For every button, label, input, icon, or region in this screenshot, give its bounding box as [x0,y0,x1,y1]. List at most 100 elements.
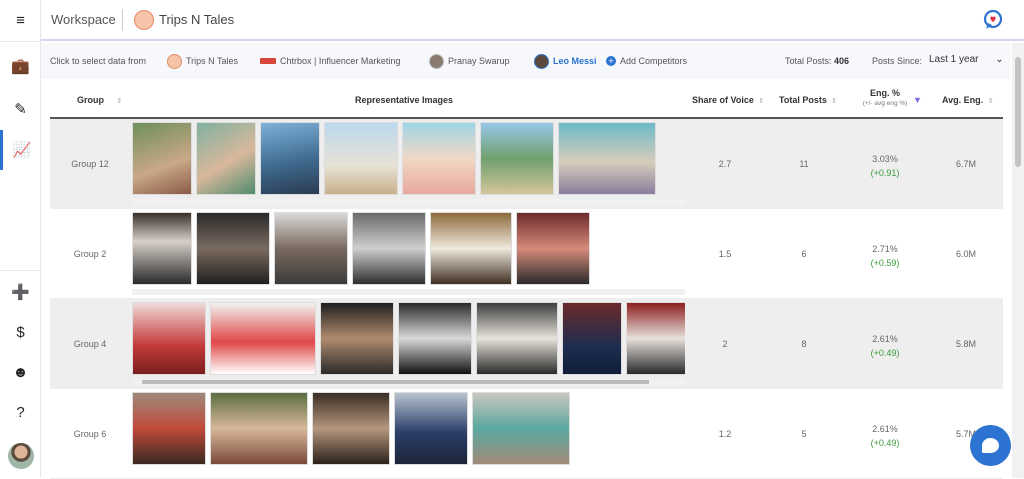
post-image[interactable] [626,302,685,375]
post-image[interactable] [558,122,656,195]
post-image[interactable] [274,212,348,285]
brand-name[interactable]: Trips N Tales [159,12,234,27]
eng-pct: 2.61% [872,334,898,344]
user-avatar[interactable] [8,443,34,469]
source-label: Chtrbox | Influencer Marketing [280,56,401,66]
eng-delta: (+0.49) [870,348,900,358]
trips-n-tales-logo-icon [167,53,182,69]
total-posts-cell: 5 [801,429,807,439]
post-image[interactable] [132,122,192,195]
add-competitors-label: Add Competitors [620,56,688,66]
post-image[interactable] [398,302,472,375]
eng-delta: (+0.91) [870,168,900,178]
post-image[interactable] [480,122,554,195]
post-image[interactable] [196,212,270,285]
header-eng-pct[interactable]: Eng. % (+/- avg eng %) [855,88,915,107]
header-avg-eng[interactable]: Avg. Eng. ⇕ [942,95,994,105]
total-posts-cell: 6 [801,249,807,259]
analytics-icon[interactable]: 📈 [0,130,41,170]
post-image[interactable] [132,212,192,285]
post-image[interactable] [312,392,390,465]
group-name: Group 2 [73,249,107,259]
dollar-icon[interactable]: $ [0,312,41,352]
chat-button[interactable] [970,425,1011,466]
add-icon[interactable]: ➕ [0,272,41,312]
group-name: Group 6 [73,429,107,439]
brand-logo-icon [134,10,154,30]
pencil-icon[interactable]: ✎ [0,89,41,129]
post-image[interactable] [516,212,590,285]
source-chip-leo-messi[interactable]: Leo Messi [534,53,597,69]
source-label: Leo Messi [553,56,597,66]
table-row[interactable]: Group 4 2 8 2.61% (+0.49) 5.8M [50,299,1003,389]
header-label: Avg. Eng. [942,95,984,105]
post-image[interactable] [324,122,398,195]
briefcase-icon[interactable]: 💼 [0,46,41,86]
post-image[interactable] [210,302,316,375]
posts-since-value: Last 1 year [929,54,979,65]
post-image[interactable] [472,392,570,465]
source-label: Pranay Swarup [448,56,510,66]
post-image[interactable] [320,302,394,375]
post-image[interactable] [352,212,426,285]
post-image[interactable] [132,302,206,375]
posts-since-dropdown[interactable]: Last 1 year ⌄ [929,54,1004,65]
top-bar: Workspace Trips N Tales [41,0,1024,41]
source-chip-trips-n-tales[interactable]: Trips N Tales [167,53,238,69]
app-logo-icon [983,9,1003,29]
header-images: Representative Images [355,95,454,105]
representative-images[interactable] [132,212,685,286]
table-row[interactable]: Group 12 2.7 11 3.03% (+0.91) 6.7M [50,119,1003,209]
image-scrollbar-thumb[interactable] [142,380,649,384]
post-image[interactable] [562,302,622,375]
page-scrollbar-thumb[interactable] [1015,57,1021,167]
smile-icon[interactable]: ☻ [0,352,41,392]
header-total-posts[interactable]: Total Posts ⇕ [779,95,837,105]
post-image[interactable] [394,392,468,465]
post-image[interactable] [430,212,512,285]
share-of-voice: 1.5 [718,249,732,259]
image-scrollbar[interactable] [132,289,685,295]
source-chip-pranay-swarup[interactable]: Pranay Swarup [429,53,510,69]
post-image[interactable] [476,302,558,375]
avg-eng: 6.7M [955,159,976,169]
add-competitors-button[interactable]: + Add Competitors [606,53,687,69]
share-of-voice: 2.7 [718,159,732,169]
page-scrollbar[interactable] [1012,43,1024,478]
breadcrumb-divider [122,9,123,31]
table-row[interactable]: Group 6 1.2 5 2.61% (+0.49) 5.7M [50,389,1003,479]
table-row[interactable]: Group 2 1.5 6 2.71% (+0.59) 6.0M [50,209,1003,299]
menu-icon[interactable]: ≡ [0,0,41,40]
share-of-voice: 2 [722,339,728,349]
eng-cell: 3.03% (+0.91) [845,152,925,180]
image-scrollbar[interactable] [132,379,685,385]
header-share-of-voice[interactable]: Share of Voice ⇕ [692,95,764,105]
eng-cell: 2.71% (+0.59) [845,242,925,270]
image-scrollbar[interactable] [132,199,685,205]
workspace-breadcrumb[interactable]: Workspace [51,12,116,27]
header-group[interactable]: Group ⇕ [77,95,122,105]
sort-desc-icon[interactable]: ▼ [913,95,922,105]
post-image[interactable] [210,392,308,465]
help-icon[interactable]: ? [0,392,41,432]
data-source-selector: Click to select data from Trips N Tales … [41,43,1011,79]
representative-images[interactable] [132,392,685,466]
eng-delta: (+0.49) [870,438,900,448]
post-image[interactable] [196,122,256,195]
source-chip-chtrbox[interactable]: Chtrbox | Influencer Marketing [260,53,400,69]
representative-images[interactable] [132,122,685,196]
chat-bubble-icon [982,438,999,453]
left-nav: ≡ 💼 ✎ 📈 ➕ $ ☻ ? [0,0,41,478]
total-posts-value: 406 [834,56,850,66]
share-of-voice: 1.2 [718,429,732,439]
representative-images[interactable] [132,302,685,376]
messi-avatar-icon [534,53,549,69]
post-image[interactable] [260,122,320,195]
total-posts-cell: 8 [801,339,807,349]
group-name: Group 12 [71,159,109,169]
table-header: Group ⇕ Representative Images Share of V… [50,80,1003,119]
eng-pct: 3.03% [872,154,898,164]
post-image[interactable] [132,392,206,465]
avg-eng: 6.0M [955,249,976,259]
post-image[interactable] [402,122,476,195]
